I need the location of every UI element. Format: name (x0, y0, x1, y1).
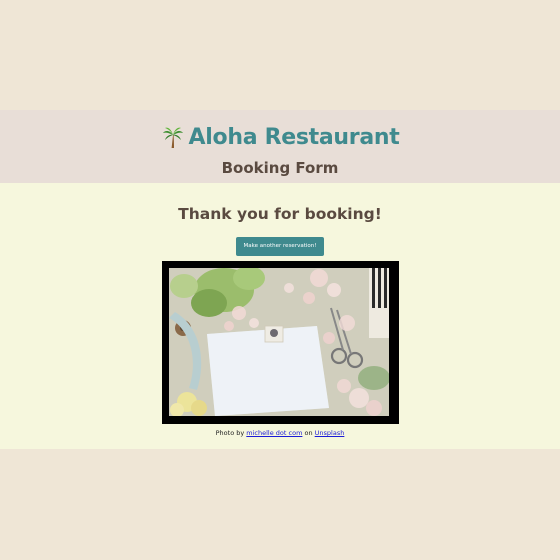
unsplash-link[interactable]: Unsplash (315, 429, 345, 437)
bottom-spacer (0, 449, 560, 560)
page: Aloha Restaurant Booking Form Thank you … (0, 0, 560, 560)
confirmation-section: Thank you for booking! Make another rese… (0, 183, 560, 449)
credit-prefix: Photo by (215, 429, 245, 437)
credit-middle: on (304, 429, 313, 437)
thank-you-heading: Thank you for booking! (178, 205, 382, 223)
site-header: Aloha Restaurant Booking Form (0, 110, 560, 183)
photo-frame (161, 261, 399, 424)
title-row: Aloha Restaurant (0, 123, 560, 151)
site-title: Aloha Restaurant (188, 124, 400, 150)
make-another-reservation-button[interactable]: Make another reservation! (235, 237, 325, 256)
booking-photo (168, 268, 389, 416)
palm-tree-icon (162, 127, 183, 148)
photo-credit: Photo by michelle dot com on Unsplash (0, 429, 560, 437)
top-spacer (0, 0, 560, 110)
form-title: Booking Form (221, 159, 339, 177)
photographer-link[interactable]: michelle dot com (246, 429, 302, 437)
